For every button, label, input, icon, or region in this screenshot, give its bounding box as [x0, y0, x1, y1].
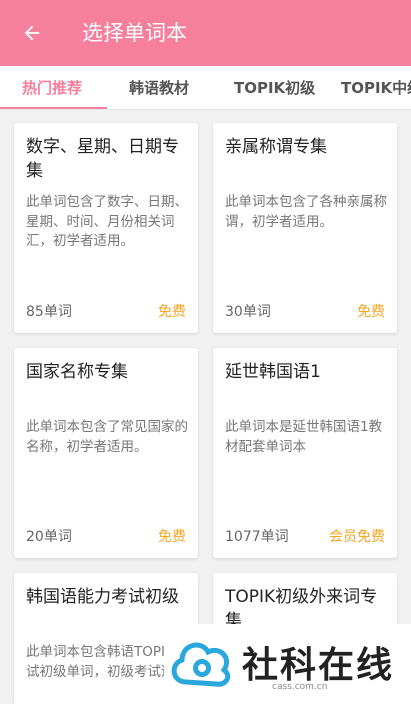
card-word-count: 30单词 [225, 304, 271, 320]
tab-textbook[interactable]: 韩语教材 [129, 66, 189, 109]
watermark-text: 社科在线 [242, 645, 395, 686]
tab-hot[interactable]: 热门推荐 [22, 66, 82, 109]
back-button[interactable] [14, 15, 50, 51]
card-description: 此单词本包含了各种亲属称谓，初学者适用。 [225, 194, 387, 230]
card-description: 此单词本是延世韩国语1教材配套单词本 [225, 419, 383, 455]
card-title: 亲属称谓专集 [225, 137, 327, 157]
app-bar: 选择单词本 [0, 0, 411, 66]
active-tab-indicator [0, 107, 107, 109]
card-title: 数字、星期、日期专集 [26, 137, 179, 181]
cloud-logo-icon [171, 642, 231, 687]
card-description: 此单词本包含了常见国家的名称，初学者适用。 [26, 419, 188, 455]
watermark-subtext: cass.com.cn [272, 682, 328, 692]
category-tabs: 热门推荐 韩语教材 TOPIK初级 TOPIK中级 [0, 66, 411, 110]
card-description: 此单词包含了数字、日期、星期、时间、月份相关词汇，初学者适用。 [26, 194, 188, 249]
tab-topik-beginner[interactable]: TOPIK初级 [234, 66, 315, 109]
wordbook-card[interactable]: 数字、星期、日期专集 此单词包含了数字、日期、星期、时间、月份相关词汇，初学者适… [14, 123, 198, 333]
card-price: 免费 [158, 304, 186, 320]
card-title: 韩国语能力考试初级 [26, 587, 179, 607]
card-price: 会员免费 [329, 529, 385, 545]
card-price: 免费 [158, 529, 186, 545]
wordbook-card[interactable]: 延世韩国语1 此单词本是延世韩国语1教材配套单词本 1077单词 会员免费 [213, 348, 397, 558]
card-title: 国家名称专集 [26, 362, 128, 382]
card-word-count: 85单词 [26, 304, 72, 320]
watermark: 社科在线 cass.com.cn [164, 624, 411, 704]
wordbook-card[interactable]: 亲属称谓专集 此单词本包含了各种亲属称谓，初学者适用。 30单词 免费 [213, 123, 397, 333]
card-price: 免费 [357, 304, 385, 320]
card-title: 延世韩国语1 [225, 362, 321, 382]
card-word-count: 1077单词 [225, 529, 289, 545]
wordbook-card[interactable]: 国家名称专集 此单词本包含了常见国家的名称，初学者适用。 20单词 免费 [14, 348, 198, 558]
card-word-count: 20单词 [26, 529, 72, 545]
page-title: 选择单词本 [82, 21, 187, 45]
tab-topik-intermediate[interactable]: TOPIK中级 [341, 66, 411, 109]
arrow-left-icon [24, 25, 40, 41]
